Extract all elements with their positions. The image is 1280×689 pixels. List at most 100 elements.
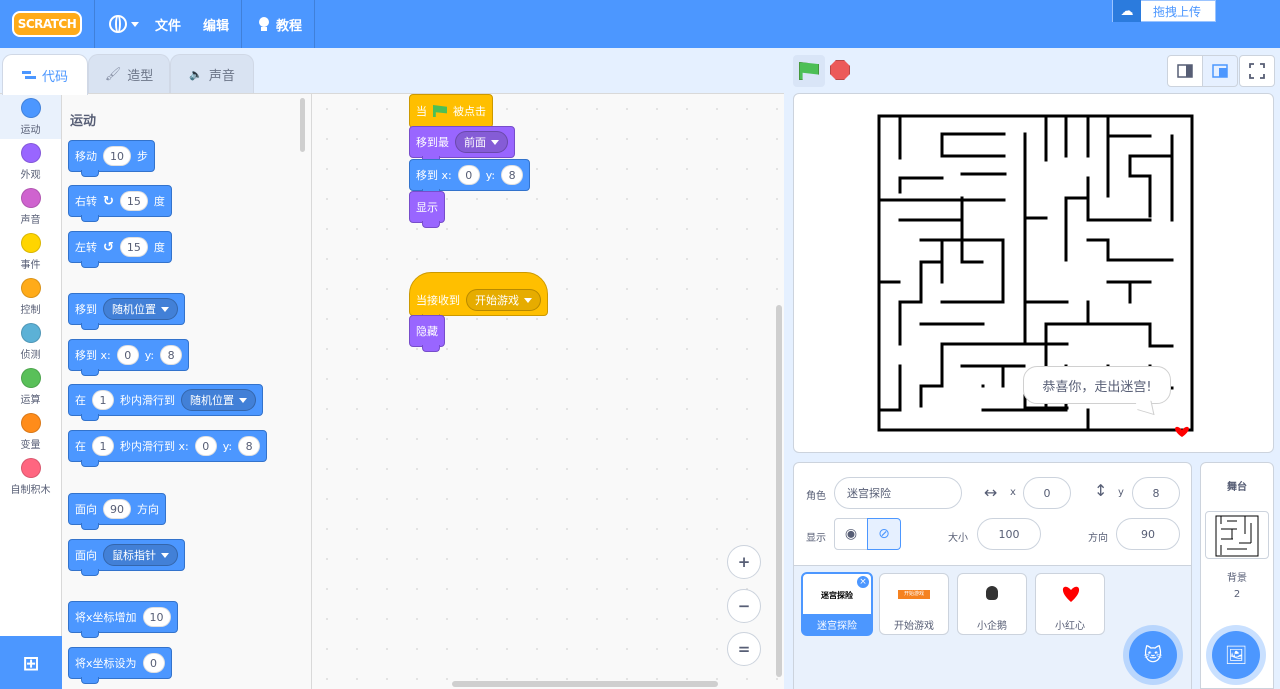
size-label: 大小 — [948, 533, 968, 544]
workspace-horizontal-scrollbar[interactable] — [452, 681, 718, 687]
sprite-name-input[interactable]: 迷宫探险 — [834, 477, 962, 509]
x-input[interactable]: 0 — [116, 345, 139, 365]
tab-costumes[interactable]: 🖌 造型 — [88, 54, 170, 94]
workspace-vertical-scrollbar[interactable] — [776, 305, 782, 677]
edit-menu[interactable]: 编辑 — [203, 15, 229, 34]
category-sound[interactable]: 声音 — [0, 184, 61, 229]
green-flag-icon — [433, 105, 447, 117]
variables-color-dot — [20, 412, 41, 433]
tab-code-label: 代码 — [41, 69, 68, 85]
dropdown-value: 随机位置 — [112, 303, 156, 316]
towards-target-dropdown[interactable]: 鼠标指针 — [103, 544, 178, 566]
menu-divider — [241, 0, 243, 48]
zoom-out-button[interactable]: − — [727, 589, 761, 623]
show-hidden-button[interactable]: ⊘ — [867, 518, 901, 550]
palette-scrollbar[interactable] — [300, 98, 305, 152]
fullscreen-button[interactable] — [1239, 55, 1275, 87]
y-input[interactable]: 8 — [238, 436, 261, 456]
y-input[interactable]: 8 — [160, 345, 183, 365]
category-looks[interactable]: 外观 — [0, 139, 61, 184]
block-change-x[interactable]: 将x坐标增加 10 — [68, 601, 178, 638]
x-position-input[interactable]: 0 — [1023, 477, 1071, 509]
block-point-direction[interactable]: 面向 90 方向 — [68, 493, 166, 530]
sprite-tile-maze[interactable]: 迷宫探险 × 迷宫探险 — [801, 572, 873, 636]
x-set-input[interactable]: 0 — [142, 653, 165, 673]
block-text: 秒内滑行到 — [120, 394, 175, 407]
direction-input[interactable]: 90 — [1116, 518, 1180, 550]
category-my-blocks[interactable]: 自制积木 — [0, 454, 61, 499]
block-set-x[interactable]: 将x坐标设为 0 — [68, 647, 172, 684]
y-input[interactable]: 8 — [501, 165, 524, 185]
code-icon — [21, 71, 36, 79]
language-menu[interactable] — [109, 15, 139, 33]
size-input[interactable]: 100 — [977, 518, 1041, 550]
sprite-tile-penguin[interactable]: 小企鹅 — [957, 573, 1027, 635]
block-go-to-layer[interactable]: 移到最 前面 — [409, 126, 515, 163]
goto-target-dropdown[interactable]: 随机位置 — [103, 298, 178, 320]
degrees-input[interactable]: 15 — [119, 191, 148, 211]
block-goto-xy[interactable]: 移到 x: 0 y: 8 — [68, 339, 190, 376]
block-glide-xy[interactable]: 在 1 秒内滑行到 x: 0 y: 8 — [68, 430, 268, 467]
category-operators[interactable]: 运算 — [0, 364, 61, 409]
direction-input[interactable]: 90 — [103, 499, 131, 519]
block-point-towards[interactable]: 面向 鼠标指针 — [68, 539, 185, 576]
block-move-steps[interactable]: 移动 10 步 — [68, 140, 155, 177]
x-input[interactable]: 0 — [457, 165, 480, 185]
large-stage-button[interactable] — [1202, 55, 1238, 87]
tab-costumes-label: 造型 — [127, 69, 154, 84]
block-turn-left[interactable]: 左转 ↺ 15 度 — [68, 231, 172, 268]
seconds-input[interactable]: 1 — [92, 436, 114, 456]
tab-code[interactable]: 代码 — [2, 54, 88, 95]
block-text: 在 — [75, 394, 86, 407]
block-goto-xy[interactable]: 移到 x: 0 y: 8 — [409, 159, 531, 196]
category-control[interactable]: 控制 — [0, 274, 61, 319]
tutorials-menu[interactable]: 教程 — [256, 15, 302, 34]
zoom-reset-button[interactable]: = — [727, 632, 761, 666]
small-stage-button[interactable] — [1167, 55, 1203, 87]
block-glide[interactable]: 在 1 秒内滑行到 随机位置 — [68, 384, 263, 421]
x-change-input[interactable]: 10 — [142, 607, 171, 627]
tab-sounds[interactable]: 🔈 声音 — [170, 54, 254, 94]
block-show[interactable]: 显示 — [409, 191, 445, 228]
sprite-name: 开始游戏 — [894, 620, 934, 632]
script-workspace[interactable]: 当 被点击 移到最 前面 移到 x: 0 y: 8 显示 当接收到 开始游戏 隐… — [312, 93, 784, 689]
sprite-tile-start[interactable]: 开始游戏 开始游戏 — [879, 573, 949, 635]
category-events[interactable]: 事件 — [0, 229, 61, 274]
add-backdrop-button[interactable]: 🖼 — [1212, 631, 1260, 679]
show-visible-button[interactable]: ◉ — [834, 518, 868, 550]
category-sensing[interactable]: 侦测 — [0, 319, 61, 364]
block-when-flag-clicked[interactable]: 当 被点击 — [409, 94, 493, 133]
message-dropdown[interactable]: 开始游戏 — [466, 289, 541, 311]
category-variables[interactable]: 变量 — [0, 409, 61, 454]
block-when-receive[interactable]: 当接收到 开始游戏 — [409, 272, 548, 321]
layer-dropdown[interactable]: 前面 — [455, 131, 508, 153]
file-menu[interactable]: 文件 — [155, 15, 181, 34]
block-text: y: — [144, 348, 155, 362]
green-flag-button[interactable] — [793, 55, 825, 87]
glide-target-dropdown[interactable]: 随机位置 — [181, 389, 256, 411]
penguin-icon — [986, 586, 998, 600]
block-turn-right[interactable]: 右转 ↻ 15 度 — [68, 185, 172, 222]
category-motion[interactable]: 运动 — [0, 94, 61, 139]
add-sprite-button[interactable]: 🐱 — [1129, 631, 1177, 679]
y-position-input[interactable]: 8 — [1132, 477, 1180, 509]
block-text: y: — [485, 168, 496, 182]
zoom-in-button[interactable]: + — [727, 545, 761, 579]
x-input[interactable]: 0 — [194, 436, 217, 456]
steps-input[interactable]: 10 — [103, 146, 131, 166]
add-extension-button[interactable]: ⊞ — [0, 636, 62, 689]
delete-sprite-icon[interactable]: × — [857, 576, 869, 588]
block-text: 移到 — [75, 303, 97, 316]
seconds-input[interactable]: 1 — [92, 390, 114, 410]
stop-button[interactable] — [830, 60, 850, 80]
scratch-logo[interactable]: SCRATCH — [12, 11, 82, 37]
sound-color-dot — [20, 187, 41, 208]
menu-bar: SCRATCH 文件 编辑 教程 ☁ 拖拽上传 — [0, 0, 1280, 48]
tutorials-label: 教程 — [276, 18, 303, 34]
block-palette: 运动 移动 10 步 右转 ↻ 15 度 左转 ↺ 15 度 移到 随机位置 移… — [62, 93, 312, 689]
block-hide[interactable]: 隐藏 — [409, 315, 445, 352]
block-goto[interactable]: 移到 随机位置 — [68, 293, 185, 330]
upload-button[interactable]: ☁ 拖拽上传 — [1112, 0, 1216, 22]
sprite-tile-heart[interactable]: 小红心 — [1035, 573, 1105, 635]
degrees-input[interactable]: 15 — [119, 237, 148, 257]
